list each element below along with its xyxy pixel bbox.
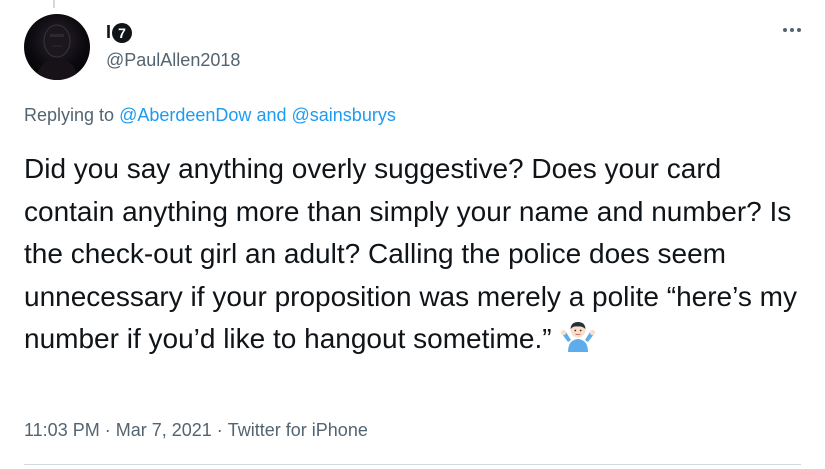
- author-handle[interactable]: @PaulAllen2018: [106, 50, 240, 71]
- more-dots-icon: [790, 28, 794, 32]
- thread-connector-line: [53, 0, 55, 8]
- number-seven-badge-icon: 7: [112, 22, 133, 43]
- replying-to-prefix: Replying to: [24, 105, 115, 125]
- more-dots-icon: [783, 28, 787, 32]
- tweet: I 7 @PaulAllen2018 Replying to @Aberdeen…: [0, 0, 825, 469]
- author-display-name[interactable]: I 7: [106, 22, 133, 43]
- avatar[interactable]: [24, 14, 90, 80]
- mention-link-sainsburys[interactable]: @sainsburys: [292, 105, 396, 125]
- avatar-silhouette-icon: [36, 24, 78, 80]
- divider: [24, 464, 801, 465]
- man-shrugging-emoji-icon: [560, 318, 596, 367]
- tweet-time[interactable]: 11:03 PM: [24, 420, 100, 440]
- display-name-text: I: [106, 22, 111, 42]
- meta-separator: ·: [104, 420, 111, 440]
- more-options-button[interactable]: [774, 18, 810, 42]
- tweet-source[interactable]: Twitter for iPhone: [228, 420, 368, 440]
- meta-separator: ·: [216, 420, 223, 440]
- mention-link-aberdeendow[interactable]: @AberdeenDow: [119, 105, 251, 125]
- tweet-metadata: 11:03 PM · Mar 7, 2021 · Twitter for iPhone: [24, 420, 368, 441]
- mention-joiner[interactable]: and: [256, 105, 286, 125]
- replying-to-line: Replying to @AberdeenDow and @sainsburys: [24, 105, 396, 126]
- tweet-date[interactable]: Mar 7, 2021: [116, 420, 212, 440]
- more-dots-icon: [797, 28, 801, 32]
- tweet-text-content: Did you say anything overly suggestive? …: [24, 153, 797, 354]
- tweet-text: Did you say anything overly suggestive? …: [24, 148, 814, 367]
